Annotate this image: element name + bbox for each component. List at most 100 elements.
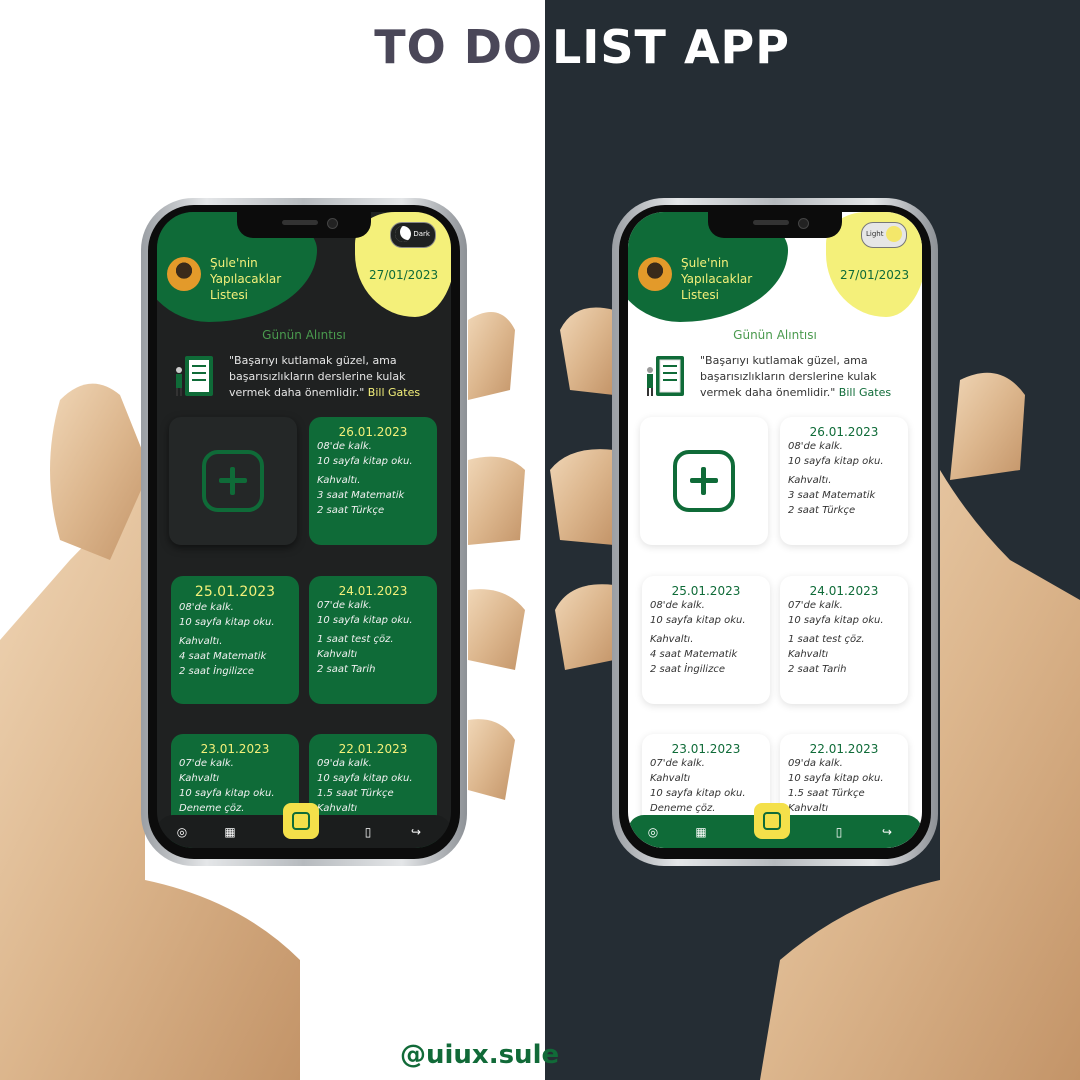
- card-date: 22.01.2023: [338, 742, 408, 756]
- theme-toggle[interactable]: Dark: [390, 222, 436, 248]
- task-card[interactable]: 24.01.2023 07'de kalk. 10 sayfa kitap ok…: [309, 576, 437, 704]
- task-line: 10 sayfa kitap oku.: [788, 456, 884, 467]
- task-line: Kahvaltı: [788, 803, 829, 814]
- task-line: 2 saat Tarih: [317, 664, 376, 675]
- task-line: 09'da kalk.: [317, 758, 372, 769]
- task-line: 10 sayfa kitap oku.: [317, 456, 413, 467]
- add-task-card[interactable]: [169, 417, 297, 545]
- task-line: 4 saat Matematik: [179, 651, 267, 662]
- task-line: 10 sayfa kitap oku.: [179, 788, 275, 799]
- toggle-label: Dark: [413, 230, 430, 238]
- task-card[interactable]: 24.01.2023 07'de kalk. 10 sayfa kitap ok…: [780, 576, 908, 704]
- toggle-label: Light: [866, 230, 884, 238]
- task-line: 2 saat İngilizce: [650, 664, 725, 675]
- notes-icon: [763, 812, 781, 830]
- task-line: 08'de kalk.: [179, 602, 234, 613]
- card-date: 26.01.2023: [338, 425, 408, 439]
- task-line: Kahvaltı.: [650, 634, 694, 645]
- calendar-icon[interactable]: ▦: [694, 825, 708, 839]
- screen-dark: Dark Şule'nin Yapılacaklar Listesi 27/01…: [157, 212, 451, 848]
- title-part-1: TO DO: [374, 20, 543, 74]
- author-handle: @uiux.sule: [400, 1040, 560, 1070]
- task-line: Kahvaltı: [179, 773, 220, 784]
- list-owner-title: Şule'nin Yapılacaklar Listesi: [681, 256, 753, 302]
- task-line: 10 sayfa kitap oku.: [788, 615, 884, 626]
- card-date: 23.01.2023: [200, 742, 270, 756]
- current-date: 27/01/2023: [840, 268, 910, 282]
- calendar-icon[interactable]: ▦: [223, 825, 237, 839]
- phone-light: Light Şule'nin Yapılacaklar Listesi 27/0…: [612, 198, 938, 866]
- notes-button[interactable]: [283, 803, 319, 839]
- task-line: 3 saat Matematik: [317, 490, 405, 501]
- notes-button[interactable]: [754, 803, 790, 839]
- task-line: Deneme çöz.: [650, 803, 716, 814]
- quote-text: "Başarıyı kutlamak güzel, ama başarısızl…: [700, 353, 915, 401]
- card-date: 22.01.2023: [809, 742, 879, 756]
- profile-icon[interactable]: ◎: [175, 825, 189, 839]
- card-date: 24.01.2023: [809, 584, 879, 598]
- checklist-person-icon: [176, 356, 213, 396]
- task-line: Kahvaltı.: [317, 475, 361, 486]
- avatar[interactable]: [167, 257, 201, 291]
- task-card[interactable]: 26.01.2023 08'de kalk. 10 sayfa kitap ok…: [780, 417, 908, 545]
- task-card[interactable]: 26.01.2023 08'de kalk. 10 sayfa kitap ok…: [309, 417, 437, 545]
- quote-text: "Başarıyı kutlamak güzel, ama başarısızl…: [229, 353, 444, 401]
- card-date: 24.01.2023: [338, 584, 408, 598]
- task-line: Kahvaltı: [317, 649, 358, 660]
- task-line: 2 saat Tarih: [788, 664, 847, 675]
- profile-icon[interactable]: ◎: [646, 825, 660, 839]
- avatar[interactable]: [638, 257, 672, 291]
- task-line: 08'de kalk.: [317, 441, 372, 452]
- bottom-nav: ◎ ▦ ▯ ↪: [157, 803, 451, 848]
- task-line: Deneme çöz.: [179, 803, 245, 814]
- bottom-nav: ◎ ▦ ▯ ↪: [628, 803, 922, 848]
- task-line: 2 saat Türkçe: [317, 505, 385, 516]
- task-line: 08'de kalk.: [650, 600, 705, 611]
- task-line: 10 sayfa kitap oku.: [317, 615, 413, 626]
- task-line: 1 saat test çöz.: [788, 634, 865, 645]
- bookmark-icon[interactable]: ▯: [832, 825, 846, 839]
- logout-icon[interactable]: ↪: [409, 825, 423, 839]
- task-line: 1.5 saat Türkçe: [788, 788, 865, 799]
- task-card[interactable]: 25.01.2023 08'de kalk. 10 sayfa kitap ok…: [171, 576, 299, 704]
- task-line: Kahvaltı: [317, 803, 358, 814]
- task-line: Kahvaltı: [650, 773, 691, 784]
- quote-title: Günün Alıntısı: [262, 328, 346, 342]
- theme-toggle[interactable]: Light: [861, 222, 907, 248]
- plus-icon: [673, 450, 735, 512]
- task-line: 08'de kalk.: [788, 441, 843, 452]
- quote-author: Bill Gates: [838, 386, 892, 399]
- list-owner-title: Şule'nin Yapılacaklar Listesi: [210, 256, 282, 302]
- plus-icon: [202, 450, 264, 512]
- task-line: 2 saat İngilizce: [179, 666, 254, 677]
- task-line: 07'de kalk.: [788, 600, 843, 611]
- task-line: 10 sayfa kitap oku.: [650, 615, 746, 626]
- add-task-card[interactable]: [640, 417, 768, 545]
- task-line: 1 saat test çöz.: [317, 634, 394, 645]
- task-line: 09'da kalk.: [788, 758, 843, 769]
- task-line: 10 sayfa kitap oku.: [788, 773, 884, 784]
- task-line: 07'de kalk.: [317, 600, 372, 611]
- title-part-2: LIST APP: [552, 20, 790, 74]
- notes-icon: [292, 812, 310, 830]
- quote-title: Günün Alıntısı: [733, 328, 817, 342]
- moon-icon: [395, 226, 411, 242]
- task-line: 3 saat Matematik: [788, 490, 876, 501]
- task-line: 10 sayfa kitap oku.: [650, 788, 746, 799]
- bookmark-icon[interactable]: ▯: [361, 825, 375, 839]
- task-card[interactable]: 25.01.2023 08'de kalk. 10 sayfa kitap ok…: [642, 576, 770, 704]
- task-line: Kahvaltı.: [179, 636, 223, 647]
- checklist-person-icon: [647, 356, 684, 396]
- task-line: 2 saat Türkçe: [788, 505, 856, 516]
- quote-author: Bill Gates: [367, 386, 421, 399]
- card-date: 25.01.2023: [194, 584, 276, 600]
- sun-icon: [886, 226, 902, 242]
- card-date: 23.01.2023: [671, 742, 741, 756]
- logout-icon[interactable]: ↪: [880, 825, 894, 839]
- card-date: 26.01.2023: [809, 425, 879, 439]
- card-date: 25.01.2023: [671, 584, 741, 598]
- task-line: 10 sayfa kitap oku.: [179, 617, 275, 628]
- screen-light: Light Şule'nin Yapılacaklar Listesi 27/0…: [628, 212, 922, 848]
- current-date: 27/01/2023: [369, 268, 439, 282]
- task-line: 4 saat Matematik: [650, 649, 738, 660]
